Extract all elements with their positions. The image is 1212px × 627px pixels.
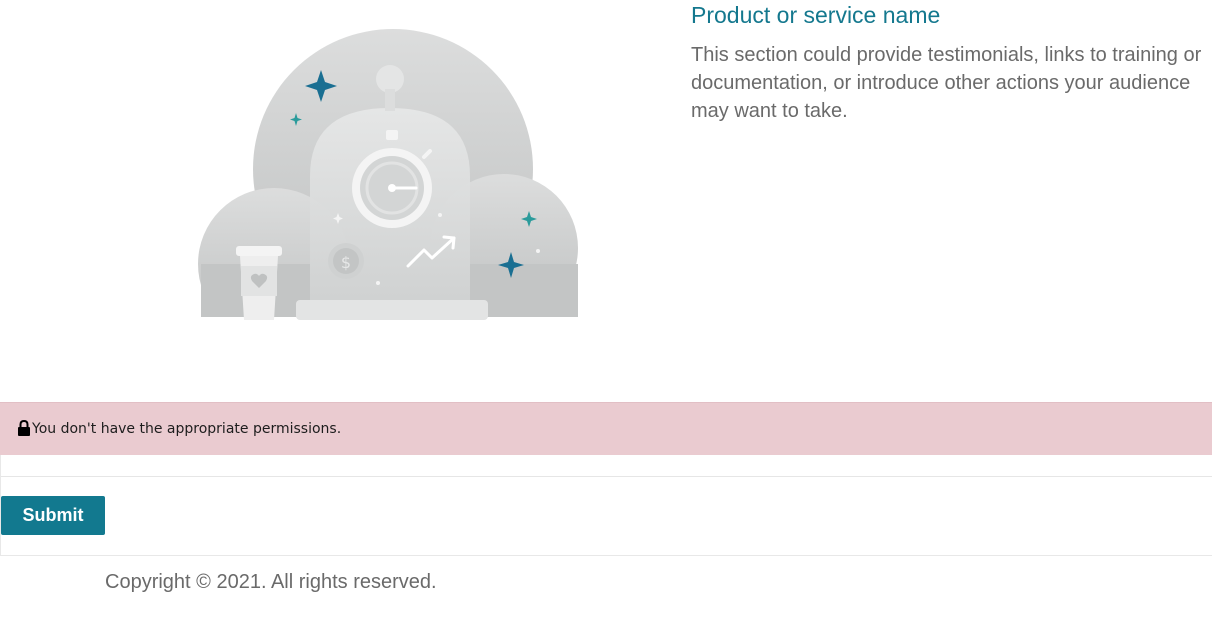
- dome-base: [296, 300, 488, 320]
- product-description: This section could provide testimonials,…: [691, 44, 1202, 122]
- submit-button[interactable]: Submit: [1, 496, 105, 535]
- copyright-text: Copyright © 2021. All rights reserved.: [105, 571, 437, 593]
- permission-alert: You don't have the appropriate permissio…: [0, 402, 1212, 455]
- lock-icon: [18, 419, 30, 436]
- svg-text:$: $: [341, 253, 351, 272]
- page: $ Product or service name This section c…: [0, 0, 1212, 627]
- alert-message: You don't have the appropriate permissio…: [32, 421, 342, 437]
- form-area: Submit: [0, 455, 1212, 556]
- form-divider: [1, 476, 1212, 477]
- product-illustration: $: [198, 29, 578, 320]
- coin-icon: $: [328, 243, 364, 279]
- product-title: Product or service name: [691, 2, 941, 28]
